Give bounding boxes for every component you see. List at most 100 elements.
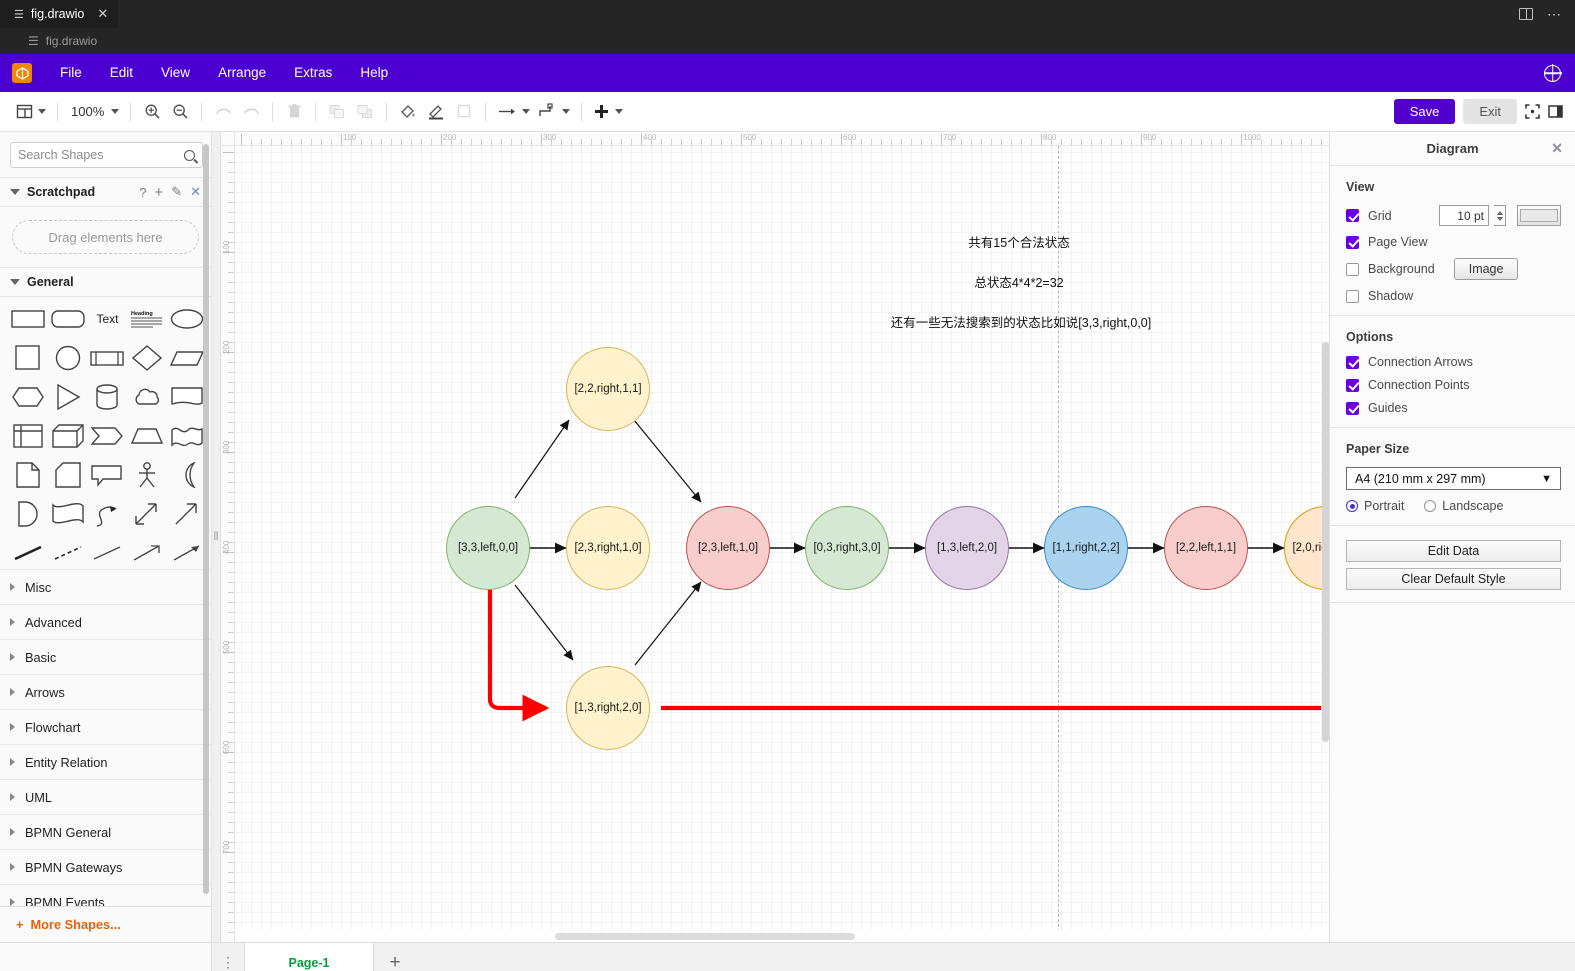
sidebar-scrollbar[interactable]	[203, 144, 209, 904]
grid-size-input[interactable]: 10 pt	[1439, 205, 1489, 226]
shape-document[interactable]	[169, 383, 205, 411]
zoom-out-button[interactable]	[166, 97, 194, 127]
shape-square[interactable]	[10, 344, 46, 372]
sidebar-resize-handle[interactable]: ⦀	[212, 132, 221, 942]
page-view-checkbox[interactable]	[1346, 235, 1359, 249]
grid-checkbox[interactable]	[1346, 209, 1359, 222]
shape-cylinder[interactable]	[90, 383, 126, 411]
add-icon[interactable]: +	[154, 184, 163, 201]
more-shapes-button[interactable]: + More Shapes...	[0, 906, 211, 942]
landscape-radio[interactable]	[1424, 500, 1437, 512]
page-tab-page-1[interactable]: Page-1	[244, 943, 374, 971]
shape-circle[interactable]	[50, 344, 86, 372]
shape-delay[interactable]	[10, 500, 46, 528]
line-color-button[interactable]	[422, 97, 450, 127]
menu-help[interactable]: Help	[346, 54, 402, 92]
category-entity-relation[interactable]: Entity Relation	[0, 744, 211, 779]
shape-ellipse[interactable]	[169, 305, 205, 333]
shape-diamond[interactable]	[129, 344, 165, 372]
scratchpad-dropzone[interactable]: Drag elements here	[12, 220, 199, 254]
page-menu-button[interactable]: ⋮	[212, 943, 244, 971]
zoom-in-button[interactable]	[138, 97, 166, 127]
stepper-up-icon[interactable]	[1496, 210, 1503, 215]
shape-dashed-line[interactable]	[50, 539, 86, 567]
diagram-node[interactable]: [3,3,left,0,0]	[446, 506, 530, 590]
connection-points-checkbox[interactable]	[1346, 378, 1359, 392]
to-front-button[interactable]	[323, 97, 351, 127]
split-editor-icon[interactable]	[1519, 8, 1533, 20]
diagram-annotation[interactable]: 总状态4*4*2=32	[869, 272, 1169, 291]
fullscreen-icon[interactable]	[1525, 104, 1540, 119]
add-page-button[interactable]: +	[374, 943, 416, 971]
shape-hexagon[interactable]	[10, 383, 46, 411]
shape-thin-arrow[interactable]	[169, 539, 205, 567]
diagram-node[interactable]: [0,3,right,3,0]	[805, 506, 889, 590]
category-uml[interactable]: UML	[0, 779, 211, 814]
connection-style-button[interactable]	[493, 97, 534, 127]
connection-points-row[interactable]: Connection Points	[1346, 378, 1561, 392]
diagram-annotation[interactable]: 还有一些无法搜索到的状态比如说[3,3,right,0,0]	[781, 312, 1261, 331]
shadow-row[interactable]: Shadow	[1346, 289, 1561, 303]
diagram-node[interactable]: [1,3,right,2,0]	[566, 666, 650, 750]
editor-tab-fig-drawio[interactable]: ☰ fig.drawio ✕	[0, 0, 120, 28]
search-input[interactable]	[18, 148, 184, 162]
help-icon[interactable]: ?	[139, 185, 146, 200]
breadcrumb-label[interactable]: fig.drawio	[46, 34, 97, 48]
diagram-node[interactable]: [1,3,left,2,0]	[925, 506, 1009, 590]
diagram-annotation[interactable]: 共有15个合法状态	[869, 232, 1169, 251]
shape-trapezoid[interactable]	[129, 422, 165, 450]
shape-actor[interactable]	[129, 461, 165, 489]
category-bpmn-gateways[interactable]: BPMN Gateways	[0, 849, 211, 884]
scrollbar-thumb[interactable]	[555, 933, 855, 940]
diagram-node[interactable]: [2,3,left,1,0]	[686, 506, 770, 590]
shape-parallelogram[interactable]	[169, 344, 205, 372]
shape-internal-storage[interactable]	[10, 422, 46, 450]
shape-cube[interactable]	[50, 422, 86, 450]
search-icon[interactable]	[184, 149, 195, 161]
language-globe-icon[interactable]	[1544, 64, 1561, 82]
shadow-checkbox[interactable]	[1346, 289, 1359, 303]
paper-size-select[interactable]: A4 (210 mm x 297 mm) ▼	[1346, 467, 1561, 490]
shape-heading-textbox[interactable]: Heading	[129, 305, 165, 333]
delete-button[interactable]	[280, 97, 308, 127]
grid-size-stepper[interactable]	[1494, 205, 1506, 226]
more-actions-icon[interactable]: ⋯	[1547, 7, 1561, 21]
shape-rounded-rectangle[interactable]	[50, 305, 86, 333]
shape-or[interactable]	[169, 461, 205, 489]
clear-default-style-button[interactable]: Clear Default Style	[1346, 568, 1561, 590]
close-icon[interactable]: ✕	[97, 6, 108, 22]
shape-text[interactable]: Text	[90, 305, 126, 333]
connection-arrows-row[interactable]: Connection Arrows	[1346, 355, 1561, 369]
menu-extras[interactable]: Extras	[280, 54, 346, 92]
category-arrows[interactable]: Arrows	[0, 674, 211, 709]
shape-open-arrow[interactable]	[129, 539, 165, 567]
to-back-button[interactable]	[351, 97, 379, 127]
waypoints-button[interactable]	[534, 97, 574, 127]
edit-data-button[interactable]: Edit Data	[1346, 540, 1561, 562]
guides-checkbox[interactable]	[1346, 401, 1359, 415]
diagram-node[interactable]: [2,2,left,1,1]	[1164, 506, 1248, 590]
redo-button[interactable]	[237, 97, 265, 127]
category-basic[interactable]: Basic	[0, 639, 211, 674]
shape-note[interactable]	[10, 461, 46, 489]
shape-line[interactable]	[10, 539, 46, 567]
shape-callout[interactable]	[90, 461, 126, 489]
edit-pencil-icon[interactable]: ✎	[171, 184, 182, 200]
stepper-down-icon[interactable]	[1496, 216, 1503, 221]
category-bpmn-general[interactable]: BPMN General	[0, 814, 211, 849]
menu-view[interactable]: View	[147, 54, 204, 92]
close-icon[interactable]: ✕	[1551, 140, 1563, 157]
grid-color-button[interactable]	[1517, 205, 1561, 226]
connection-arrows-checkbox[interactable]	[1346, 355, 1359, 369]
shape-process[interactable]	[90, 344, 126, 372]
diagram-node[interactable]: [2,2,right,1,1]	[566, 347, 650, 431]
scrollbar-thumb[interactable]	[203, 144, 209, 894]
canvas-vertical-scrollbar[interactable]	[1322, 342, 1329, 742]
horizontal-ruler[interactable]: 1002003004005006007008009001000110012001…	[235, 132, 1329, 146]
guides-row[interactable]: Guides	[1346, 401, 1561, 415]
category-flowchart[interactable]: Flowchart	[0, 709, 211, 744]
fill-color-button[interactable]	[394, 97, 422, 127]
insert-button[interactable]	[589, 97, 627, 127]
undo-button[interactable]	[209, 97, 237, 127]
shape-card[interactable]	[50, 461, 86, 489]
